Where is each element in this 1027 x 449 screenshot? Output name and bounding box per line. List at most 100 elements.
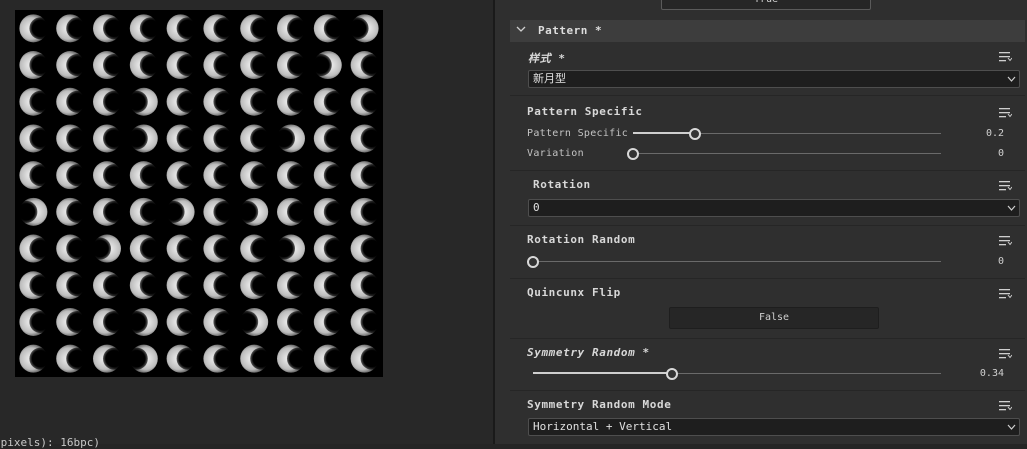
crescent-tile <box>19 234 52 263</box>
crescent-tile <box>203 87 236 116</box>
divider <box>510 95 1025 96</box>
crescent-tile <box>313 87 346 116</box>
crescent-tile <box>93 124 125 153</box>
section-title: Pattern * <box>538 24 603 37</box>
crescent-tile <box>93 51 125 80</box>
menu-icon[interactable] <box>999 107 1012 118</box>
crescent-tile <box>309 51 342 80</box>
pattern-section-header[interactable]: Pattern * <box>510 20 1025 42</box>
crescent-tile <box>277 51 309 80</box>
crescent-tile <box>56 234 89 263</box>
crescent-tile <box>313 307 346 336</box>
variation-slider-label: Variation <box>527 148 584 159</box>
divider <box>510 170 1025 171</box>
symmetry-random-value[interactable]: 0.34 <box>944 368 1004 379</box>
pattern-specific-value[interactable]: 0.2 <box>944 128 1004 139</box>
crescent-tile <box>313 234 346 263</box>
pattern-specific-knob[interactable] <box>688 128 701 140</box>
crescent-tile <box>350 161 383 190</box>
divider <box>510 390 1025 391</box>
crescent-tile <box>129 234 162 263</box>
menu-icon[interactable] <box>999 51 1012 62</box>
pattern-specific-fill <box>633 132 695 134</box>
menu-icon[interactable] <box>999 235 1012 246</box>
chevron-down-icon <box>1007 205 1016 211</box>
style-label: 样式 * <box>528 52 566 65</box>
crescent-tile <box>166 87 199 116</box>
pattern-preview <box>15 10 383 377</box>
crescent-tile <box>203 161 236 190</box>
style-dropdown[interactable]: 新月型 <box>528 70 1020 88</box>
divider <box>510 225 1025 226</box>
pattern-specific-slider-label: Pattern Specific <box>527 128 629 139</box>
variation-knob[interactable] <box>627 148 639 160</box>
crescent-tile <box>236 307 269 336</box>
crescent-tile <box>19 307 52 336</box>
crescent-tile <box>313 14 346 43</box>
crescent-tile <box>166 344 199 373</box>
menu-icon[interactable] <box>999 400 1012 411</box>
crescent-tile <box>273 124 305 153</box>
crescent-tile <box>56 161 89 190</box>
crescent-tile <box>19 271 52 300</box>
crescent-tile <box>350 271 383 300</box>
symmetry-random-knob[interactable] <box>665 368 678 380</box>
crescent-tile <box>93 197 125 226</box>
quincunx-flip-toggle[interactable]: False <box>669 307 879 329</box>
crescent-tile <box>203 344 236 373</box>
variation-value[interactable]: 0 <box>944 148 1004 159</box>
symmetry-random-fill <box>533 372 672 374</box>
crescent-tile <box>273 234 305 263</box>
crescent-tile <box>203 124 236 153</box>
symmetry-random-mode-dropdown[interactable]: Horizontal + Vertical <box>528 418 1020 436</box>
crescent-tile <box>129 51 162 80</box>
crescent-tile <box>203 14 236 43</box>
crescent-tile <box>125 344 158 373</box>
crescent-tile <box>93 271 125 300</box>
crescent-tile <box>277 14 309 43</box>
rotation-random-knob[interactable] <box>527 256 539 268</box>
crescent-tile <box>166 161 199 190</box>
crescent-tile <box>166 234 199 263</box>
crescent-tile <box>15 197 48 226</box>
menu-icon[interactable] <box>999 288 1012 299</box>
crescent-tile <box>93 344 125 373</box>
rotation-random-label: Rotation Random <box>527 233 636 246</box>
rotation-value: 0 <box>533 201 540 214</box>
crescent-tile <box>203 271 236 300</box>
pattern-specific-header: Pattern Specific <box>527 105 643 118</box>
crescent-tile <box>277 161 309 190</box>
crescent-tile <box>240 51 273 80</box>
crescent-tile <box>56 271 89 300</box>
crescent-tile <box>313 271 346 300</box>
crescent-tile <box>56 307 89 336</box>
crescent-tile <box>93 87 125 116</box>
crescent-tile <box>125 124 158 153</box>
rotation-random-track[interactable] <box>533 261 941 262</box>
crescent-tile <box>19 14 52 43</box>
crescent-tile <box>350 307 383 336</box>
crescent-tile <box>313 344 346 373</box>
rotation-random-value[interactable]: 0 <box>944 256 1004 267</box>
crescent-tile <box>350 51 383 80</box>
crescent-tile <box>166 14 199 43</box>
crescent-tile <box>350 234 383 263</box>
crescent-tile <box>166 124 199 153</box>
crescent-tile <box>93 307 125 336</box>
crescent-tile <box>203 197 236 226</box>
crescent-tile <box>56 197 89 226</box>
symmetry-random-mode-value: Horizontal + Vertical <box>533 420 673 433</box>
variation-track[interactable] <box>633 153 941 154</box>
crescent-tile <box>19 124 52 153</box>
crescent-tile <box>350 344 383 373</box>
crescent-tile <box>203 234 236 263</box>
menu-icon[interactable] <box>999 180 1012 191</box>
rotation-dropdown[interactable]: 0 <box>528 199 1020 217</box>
crescent-grid <box>15 14 383 373</box>
chevron-down-icon[interactable] <box>516 24 526 34</box>
viewport: (pixels): 16bpc) <box>0 0 493 449</box>
crescent-tile <box>19 161 52 190</box>
menu-icon[interactable] <box>999 348 1012 359</box>
crescent-tile <box>277 344 309 373</box>
true-button[interactable]: True <box>661 0 871 10</box>
